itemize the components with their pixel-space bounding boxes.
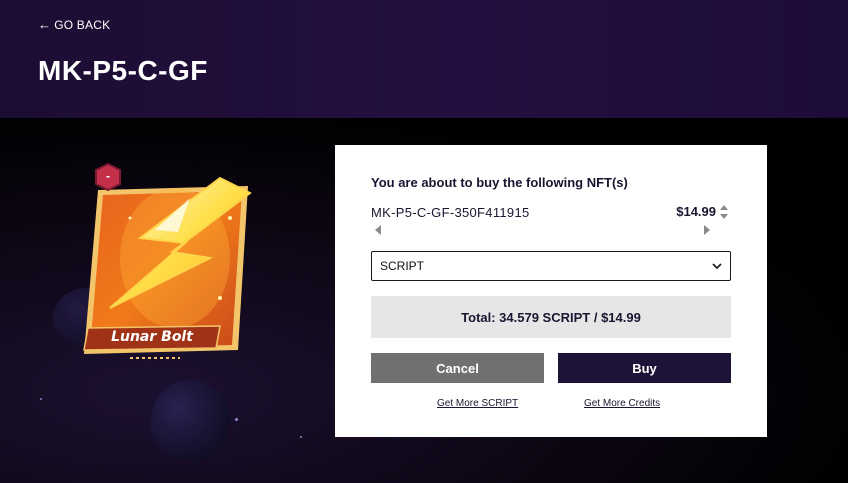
purchase-heading: You are about to buy the following NFT(s…	[371, 175, 628, 190]
nft-card: - Lunar Bolt	[70, 158, 270, 378]
currency-select[interactable]: SCRIPT	[371, 251, 731, 281]
background-rock	[150, 380, 230, 462]
total-text: Total: 34.579 SCRIPT / $14.99	[461, 309, 641, 325]
cancel-button[interactable]: Cancel	[371, 353, 544, 383]
scroll-left-icon[interactable]	[374, 225, 382, 235]
nft-card-art	[83, 162, 252, 359]
nft-id-label: MK-P5-C-GF-350F411915	[371, 205, 530, 220]
star-sparkle	[300, 436, 302, 438]
purchase-panel: You are about to buy the following NFT(s…	[335, 145, 767, 437]
page-title: MK-P5-C-GF	[38, 55, 208, 86]
scroll-right-icon[interactable]	[703, 225, 711, 235]
currency-selected-value: SCRIPT	[380, 259, 425, 273]
page-header: ← GO BACK MK-P5-C-GF	[0, 0, 848, 118]
get-more-script-link[interactable]: Get More SCRIPT	[437, 398, 518, 409]
get-more-credits-link[interactable]: Get More Credits	[584, 398, 660, 409]
arrow-left-icon: ←	[38, 17, 52, 32]
card-badge: -	[106, 169, 110, 183]
card-name: Lunar Bolt	[111, 329, 193, 345]
total-summary: Total: 34.579 SCRIPT / $14.99	[371, 296, 731, 338]
go-back-link[interactable]: ← GO BACK	[38, 18, 110, 32]
nft-price: $14.99	[676, 204, 716, 219]
quantity-spinner-icon[interactable]	[719, 203, 729, 221]
star-sparkle	[40, 398, 42, 400]
star-sparkle	[235, 418, 238, 421]
chevron-down-icon	[712, 263, 722, 270]
go-back-label: GO BACK	[54, 18, 111, 32]
buy-button[interactable]: Buy	[558, 353, 731, 383]
